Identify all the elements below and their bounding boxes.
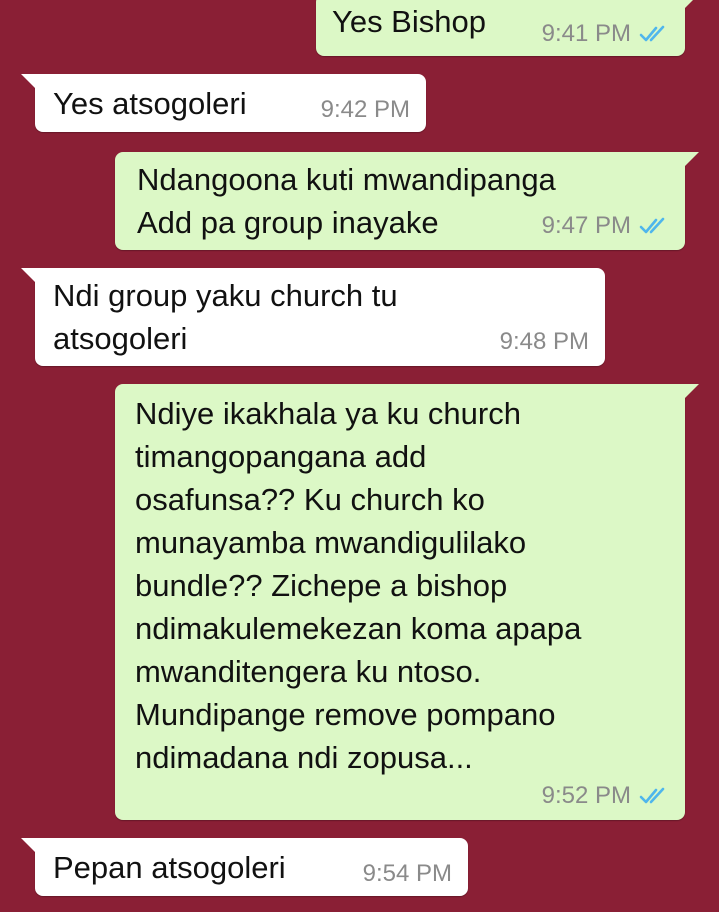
message-text: Yes Bishop [332, 4, 486, 39]
double-check-icon [639, 24, 669, 44]
message-text: Ndiye ikakhala ya ku church timangopanga… [135, 396, 582, 775]
outgoing-message[interactable]: Ndangoona kuti mwandipanga Add pa group … [115, 152, 699, 250]
message-meta: 9:48 PM [500, 328, 589, 356]
message-time: 9:48 PM [499, 328, 589, 355]
outgoing-message[interactable]: Ndiye ikakhala ya ku church timangopanga… [115, 384, 699, 820]
incoming-message[interactable]: Pepan atsogoleri 9:54 PM [21, 838, 468, 896]
message-meta: 9:54 PM [363, 860, 452, 888]
chat-thread: Yes Bishop 9:41 PM Yes atsogoleri 9:42 P… [0, 0, 719, 912]
message-time: 9:52 PM [541, 782, 631, 809]
incoming-message[interactable]: Ndi group yaku church tu atsogoleri 9:48… [21, 268, 605, 366]
message-text: Yes atsogoleri [53, 86, 247, 121]
message-text: Pepan atsogoleri [53, 850, 286, 885]
message-meta: 9:47 PM [542, 212, 669, 240]
message-time: 9:47 PM [541, 212, 631, 239]
message-meta: 9:42 PM [321, 96, 410, 124]
message-meta: 9:52 PM [542, 782, 669, 810]
incoming-message[interactable]: Yes atsogoleri 9:42 PM [21, 74, 426, 132]
message-time: 9:54 PM [362, 860, 452, 887]
double-check-icon [639, 216, 669, 236]
outgoing-message[interactable]: Yes Bishop 9:41 PM [316, 0, 699, 56]
message-text: Ndangoona kuti mwandipanga Add pa group … [137, 162, 556, 240]
message-text: Ndi group yaku church tu atsogoleri [53, 278, 398, 356]
double-check-icon [639, 786, 669, 806]
message-time: 9:42 PM [320, 96, 410, 123]
message-meta: 9:41 PM [542, 20, 669, 48]
message-time: 9:41 PM [541, 20, 631, 47]
